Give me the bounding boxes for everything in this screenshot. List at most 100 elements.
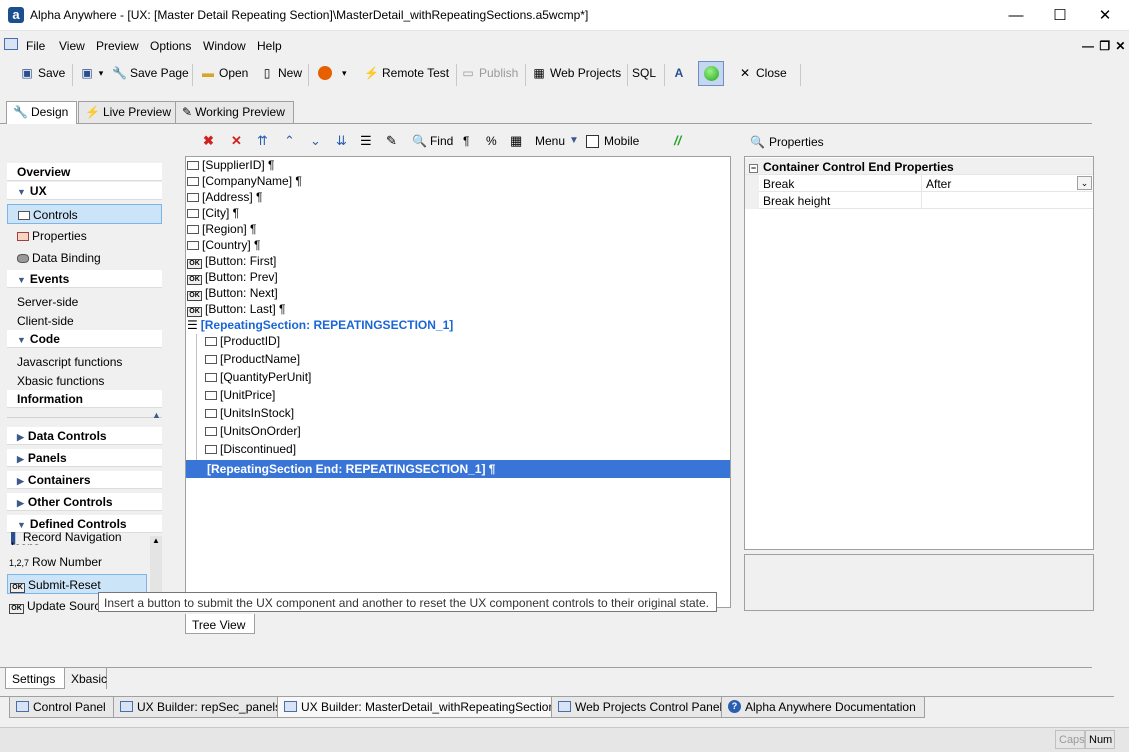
nav-defined-controls[interactable]: ▼ Defined Controls xyxy=(7,515,162,533)
tab-xbasic[interactable]: Xbasic xyxy=(65,668,107,689)
tree-child-item[interactable]: [UnitPrice] xyxy=(205,388,275,404)
tab-live-preview[interactable]: ⚡ Live Preview xyxy=(78,101,180,123)
tree-item[interactable]: OK [Button: Next] xyxy=(187,286,278,302)
save-button[interactable]: ▣ Save xyxy=(20,66,65,80)
nav-ux[interactable]: ▼ UX xyxy=(7,182,162,200)
nav-submit-reset[interactable]: OK Submit-Reset xyxy=(7,574,147,594)
tab-documentation[interactable]: ? Alpha Anywhere Documentation xyxy=(721,697,925,718)
tree-child-item[interactable]: [UnitsInStock] xyxy=(205,406,294,422)
nav-xbasic-functions[interactable]: Xbasic functions xyxy=(7,371,162,391)
tab-ux-builder-repsec-panels[interactable]: UX Builder: repSec_panels xyxy=(113,697,291,718)
nav-record-navigation-icons[interactable]: ▌ Record Navigation Icons xyxy=(7,532,147,545)
move-up-icon[interactable]: ⌃ xyxy=(284,133,295,149)
search-icon: 🔍 xyxy=(412,134,427,148)
nav-events[interactable]: ▼ Events xyxy=(7,270,162,288)
menu-view[interactable]: View xyxy=(59,39,85,53)
indent-icon[interactable]: ☰ xyxy=(360,133,372,149)
tree-item[interactable]: [SupplierID] ¶ xyxy=(187,158,274,174)
tree-child-item[interactable]: [UnitsOnOrder] xyxy=(205,424,301,440)
menu-options[interactable]: Options xyxy=(150,39,191,53)
toolbar-separator xyxy=(627,64,628,86)
tree-item[interactable]: [Region] ¶ xyxy=(187,222,256,238)
sql-button[interactable]: SQL xyxy=(632,66,656,80)
nav-row-number[interactable]: 1,2,7 Row Number xyxy=(7,552,147,572)
tab-settings[interactable]: Settings xyxy=(5,668,65,689)
nav-panels[interactable]: ▶ Panels xyxy=(7,449,162,467)
grid-icon[interactable]: ▦ xyxy=(510,133,522,149)
open-button[interactable]: ▬ Open xyxy=(201,66,248,80)
menu-preview[interactable]: Preview xyxy=(96,39,139,53)
delete-icon[interactable]: ✕ xyxy=(231,133,242,149)
tab-control-panel[interactable]: Control Panel xyxy=(9,697,115,718)
nav-code[interactable]: ▼ Code xyxy=(7,330,162,348)
close-window-button[interactable]: ✕ xyxy=(1082,0,1128,31)
find-button[interactable]: 🔍 Find xyxy=(412,133,453,149)
language-button[interactable]: A xyxy=(672,66,686,80)
nav-javascript-functions[interactable]: Javascript functions xyxy=(7,352,162,372)
tree-item[interactable]: [City] ¶ xyxy=(187,206,239,222)
tree-item[interactable]: OK [Button: Prev] xyxy=(187,270,278,286)
pilcrow-toggle[interactable]: ¶ xyxy=(463,133,469,149)
menu-file[interactable]: File xyxy=(26,39,45,53)
collapse-group-icon[interactable]: − xyxy=(749,164,758,173)
percent-button[interactable]: % xyxy=(486,133,497,149)
nav-update-source[interactable]: OK Update Source xyxy=(7,596,107,616)
nav-controls[interactable]: Controls xyxy=(7,204,162,224)
tree-child-item[interactable]: [ProductName] xyxy=(205,352,300,368)
tab-tree-view[interactable]: Tree View xyxy=(185,614,255,634)
web-projects-button[interactable]: ▦ Web Projects xyxy=(532,66,621,80)
move-bottom-icon[interactable]: ⇊ xyxy=(336,133,347,149)
tree-child-item[interactable]: [Discontinued] xyxy=(205,442,296,458)
document-menu-icon[interactable] xyxy=(4,38,18,50)
collapse-up-icon[interactable]: ▲ xyxy=(152,410,161,420)
move-top-icon[interactable]: ⇈ xyxy=(257,133,268,149)
publish-button[interactable]: ▭ Publish xyxy=(461,66,518,80)
status-light-button[interactable] xyxy=(698,61,724,86)
tab-ux-builder-masterdetail[interactable]: UX Builder: MasterDetail_withRepeatingSe… xyxy=(277,697,575,718)
menu-dropdown[interactable]: Menu ▼ xyxy=(535,133,579,149)
nav-data-controls[interactable]: ▶ Data Controls xyxy=(7,427,162,445)
menu-help[interactable]: Help xyxy=(257,39,282,53)
nav-properties[interactable]: Properties xyxy=(7,226,162,246)
tree-item[interactable]: [CompanyName] ¶ xyxy=(187,174,302,190)
nav-client-side[interactable]: Client-side xyxy=(7,311,162,331)
scroll-up-icon[interactable]: ▲ xyxy=(152,536,160,545)
property-break-select[interactable]: After ⌄ xyxy=(921,175,1093,192)
tree-item[interactable]: [Address] ¶ xyxy=(187,190,262,206)
property-description-pane xyxy=(744,554,1094,611)
save-all-button[interactable]: ▣ ▾ xyxy=(80,66,104,80)
tree-child-item[interactable]: [QuantityPerUnit] xyxy=(205,370,311,386)
close-button[interactable]: ✕ Close xyxy=(738,66,787,80)
tab-design[interactable]: 🔧 Design xyxy=(6,101,78,124)
nav-data-binding[interactable]: Data Binding xyxy=(7,248,162,268)
tree-item[interactable]: [Country] ¶ xyxy=(187,238,260,254)
nav-other-controls[interactable]: ▶ Other Controls xyxy=(7,493,162,511)
tree-child-item[interactable]: [ProductID] xyxy=(205,334,280,350)
tab-working-preview[interactable]: ✎ Working Preview xyxy=(175,101,294,123)
comment-toggle[interactable]: // xyxy=(674,133,681,149)
tab-web-projects-control-panel[interactable]: Web Projects Control Panel xyxy=(551,697,732,718)
browser-button[interactable]: ▾ xyxy=(318,66,347,80)
tree-item[interactable]: OK [Button: First] xyxy=(187,254,276,270)
new-button[interactable]: ▯ New xyxy=(260,66,302,80)
mobile-checkbox[interactable]: Mobile xyxy=(586,133,639,149)
nav-information[interactable]: Information xyxy=(7,390,162,408)
save-page-button[interactable]: 🔧 Save Page xyxy=(112,66,189,80)
maximize-button[interactable]: ☐ xyxy=(1037,0,1083,31)
nav-server-side[interactable]: Server-side xyxy=(7,292,162,312)
chevron-down-icon[interactable]: ⌄ xyxy=(1077,176,1092,190)
wand-icon[interactable]: ✎ xyxy=(386,133,397,149)
nav-overview[interactable]: Overview xyxy=(7,163,162,181)
property-break-height-input[interactable] xyxy=(921,192,1093,209)
move-down-icon[interactable]: ⌄ xyxy=(310,133,321,149)
nav-containers[interactable]: ▶ Containers xyxy=(7,471,162,489)
remote-test-button[interactable]: ⚡ Remote Test xyxy=(364,66,449,80)
tree-item[interactable]: OK [Button: Last] ¶ xyxy=(187,302,286,318)
tree-item-repeating-section[interactable]: ☰ [RepeatingSection: REPEATINGSECTION_1] xyxy=(187,318,453,334)
property-group-header[interactable]: − Container Control End Properties xyxy=(745,158,1093,175)
menu-window[interactable]: Window xyxy=(203,39,246,53)
minimize-button[interactable]: — xyxy=(993,0,1039,31)
mdi-window-controls[interactable]: — ❐ ✕ xyxy=(1082,39,1126,53)
tree-item-section-end-selected[interactable]: [RepeatingSection End: REPEATINGSECTION_… xyxy=(186,460,730,478)
delete-all-icon[interactable]: ✖ xyxy=(203,133,214,149)
